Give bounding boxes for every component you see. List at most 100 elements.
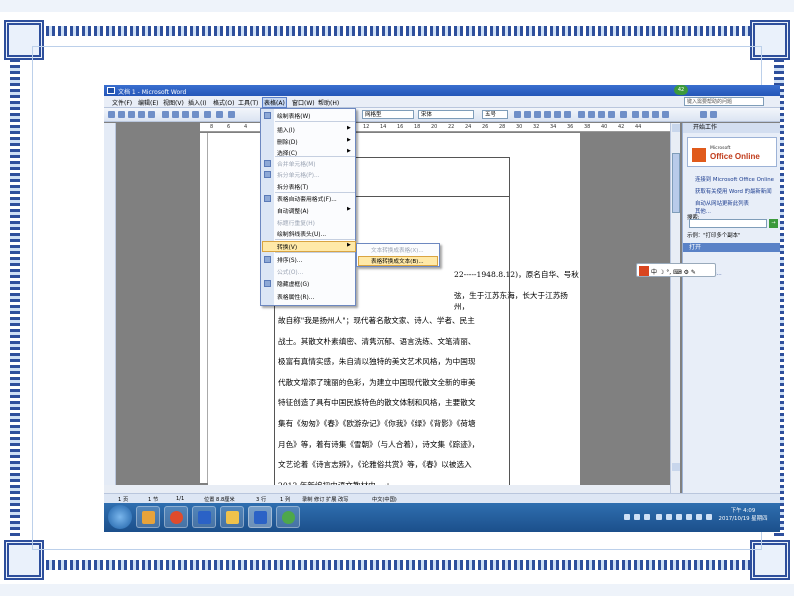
undo-icon[interactable]: [216, 111, 223, 118]
spell-icon[interactable]: [162, 111, 169, 118]
table-menu-item[interactable]: 绘制表格(W): [277, 111, 310, 120]
table-menu-item[interactable]: 隐藏虚框(G): [277, 279, 309, 288]
menu-insert[interactable]: 插入(I): [188, 98, 206, 107]
ruler-tick: 34: [550, 124, 557, 130]
vertical-scrollbar[interactable]: [670, 123, 680, 493]
tray-icon[interactable]: [624, 514, 630, 520]
scroll-down-icon[interactable]: [672, 463, 680, 471]
menu-item-icon: [264, 112, 271, 119]
tray-icon[interactable]: [634, 514, 640, 520]
bullets-icon[interactable]: [642, 111, 649, 118]
volume-icon[interactable]: [696, 514, 702, 520]
tray-icon[interactable]: [666, 514, 672, 520]
taskbar-browser-icon[interactable]: [164, 506, 188, 528]
menu-format[interactable]: 格式(O): [213, 98, 234, 107]
ruler-tick: 38: [584, 124, 591, 130]
increase-indent-icon[interactable]: [662, 111, 669, 118]
paste-icon[interactable]: [192, 111, 199, 118]
table-menu-item[interactable]: 公式(O)...: [277, 267, 303, 276]
menu-edit[interactable]: 编辑(E): [138, 98, 158, 107]
submenu-text-to-table[interactable]: 文本转换成表格(X)...: [371, 246, 424, 254]
menu-table[interactable]: 表格(A): [262, 97, 287, 108]
task-link-connect[interactable]: 连接到 Microsoft Office Online: [695, 175, 774, 183]
style-select[interactable]: 网格型: [362, 110, 414, 119]
taskbar-folder-icon[interactable]: [220, 506, 244, 528]
justify-icon[interactable]: [608, 111, 615, 118]
menu-view[interactable]: 视图(V): [163, 98, 184, 107]
taskbar-word-icon[interactable]: [192, 506, 216, 528]
table-menu-item[interactable]: 拆分表格(T): [277, 182, 308, 191]
new-icon[interactable]: [108, 111, 115, 118]
table-menu-item[interactable]: 转换(V): [277, 242, 297, 251]
print-icon[interactable]: [138, 111, 145, 118]
char-shading-icon[interactable]: [554, 111, 561, 118]
ime-toolbar[interactable]: 中 ☽ °, ⌨ ⚙ ✎: [636, 263, 716, 277]
browser-icon: [170, 511, 183, 524]
cut-icon[interactable]: [172, 111, 179, 118]
font-color-icon[interactable]: [710, 111, 717, 118]
scroll-up-icon[interactable]: [672, 124, 680, 132]
underline-icon[interactable]: [534, 111, 541, 118]
save-icon[interactable]: [128, 111, 135, 118]
highlight-icon[interactable]: [700, 111, 707, 118]
preview-icon[interactable]: [148, 111, 155, 118]
open-icon[interactable]: [118, 111, 125, 118]
char-scale-icon[interactable]: [564, 111, 571, 118]
submenu-table-to-text[interactable]: 表格转换成文本(B)...: [371, 257, 424, 265]
menu-file[interactable]: 文件(F): [112, 98, 132, 107]
menu-item-icon: [264, 280, 271, 287]
help-search-input[interactable]: 键入需要帮助的问题: [684, 97, 764, 106]
ime-logo-icon: [639, 266, 649, 276]
size-select[interactable]: 五号: [482, 110, 508, 119]
horizontal-scrollbar[interactable]: [104, 485, 670, 493]
task-search-input[interactable]: [689, 219, 767, 228]
menu-window[interactable]: 窗口(W): [292, 98, 315, 107]
format-painter-icon[interactable]: [204, 111, 211, 118]
redo-icon[interactable]: [228, 111, 235, 118]
align-center-icon[interactable]: [588, 111, 595, 118]
menu-help[interactable]: 帮助(H): [318, 98, 339, 107]
decrease-indent-icon[interactable]: [652, 111, 659, 118]
status-page: 1 页: [118, 497, 129, 503]
ruler-tick: 42: [618, 124, 625, 130]
table-menu-item[interactable]: 绘制斜线表头(U)...: [277, 229, 326, 238]
task-link-update[interactable]: 自动从网站更新此列表: [695, 199, 749, 207]
tray-icon[interactable]: [686, 514, 692, 520]
taskbar-app-icon[interactable]: [136, 506, 160, 528]
table-menu-item[interactable]: 删除(D): [277, 137, 298, 146]
tray-icon[interactable]: [676, 514, 682, 520]
office-online-label: Office Online: [710, 152, 760, 161]
copy-icon[interactable]: [182, 111, 189, 118]
bold-icon[interactable]: [514, 111, 521, 118]
scroll-thumb[interactable]: [672, 153, 680, 213]
task-link-news[interactable]: 获取有关使用 Word 的最新新闻: [695, 187, 772, 195]
document-body[interactable]: 故自称"我是扬州人"；现代著名散文家、诗人、学者、民主 战士。其散文朴素缜密、清…: [278, 311, 508, 496]
italic-icon[interactable]: [524, 111, 531, 118]
taskbar-ie-icon[interactable]: [276, 506, 300, 528]
taskbar-clock[interactable]: 下午 4:09 2017/10/19 星期四: [716, 507, 770, 523]
taskbar-word-doc-icon[interactable]: [248, 506, 272, 528]
table-menu-item[interactable]: 排序(S)...: [277, 255, 302, 264]
char-border-icon[interactable]: [544, 111, 551, 118]
align-right-icon[interactable]: [598, 111, 605, 118]
tray-icon[interactable]: [644, 514, 650, 520]
tray-icon[interactable]: [656, 514, 662, 520]
task-search-go-button[interactable]: →: [769, 219, 778, 228]
table-menu-item[interactable]: 标题行重复(H): [277, 218, 315, 227]
table-menu-item[interactable]: 拆分单元格(P)...: [277, 170, 320, 179]
frame-border-top: [40, 26, 754, 36]
table-menu-item[interactable]: 合并单元格(M): [277, 159, 316, 168]
start-button[interactable]: [108, 505, 132, 529]
vertical-ruler[interactable]: [200, 133, 208, 483]
font-select[interactable]: 宋体: [418, 110, 474, 119]
menu-tools[interactable]: 工具(T): [238, 98, 258, 107]
line-spacing-icon[interactable]: [620, 111, 627, 118]
table-menu-item[interactable]: 自动调整(A): [277, 206, 309, 215]
table-menu-item[interactable]: 选择(C): [277, 148, 297, 157]
network-icon[interactable]: [706, 514, 712, 520]
align-left-icon[interactable]: [578, 111, 585, 118]
table-menu-item[interactable]: 插入(I): [277, 125, 295, 134]
numbering-icon[interactable]: [632, 111, 639, 118]
table-menu-item[interactable]: 表格属性(R)...: [277, 292, 314, 301]
table-menu-item[interactable]: 表格自动套用格式(F)...: [277, 194, 337, 203]
